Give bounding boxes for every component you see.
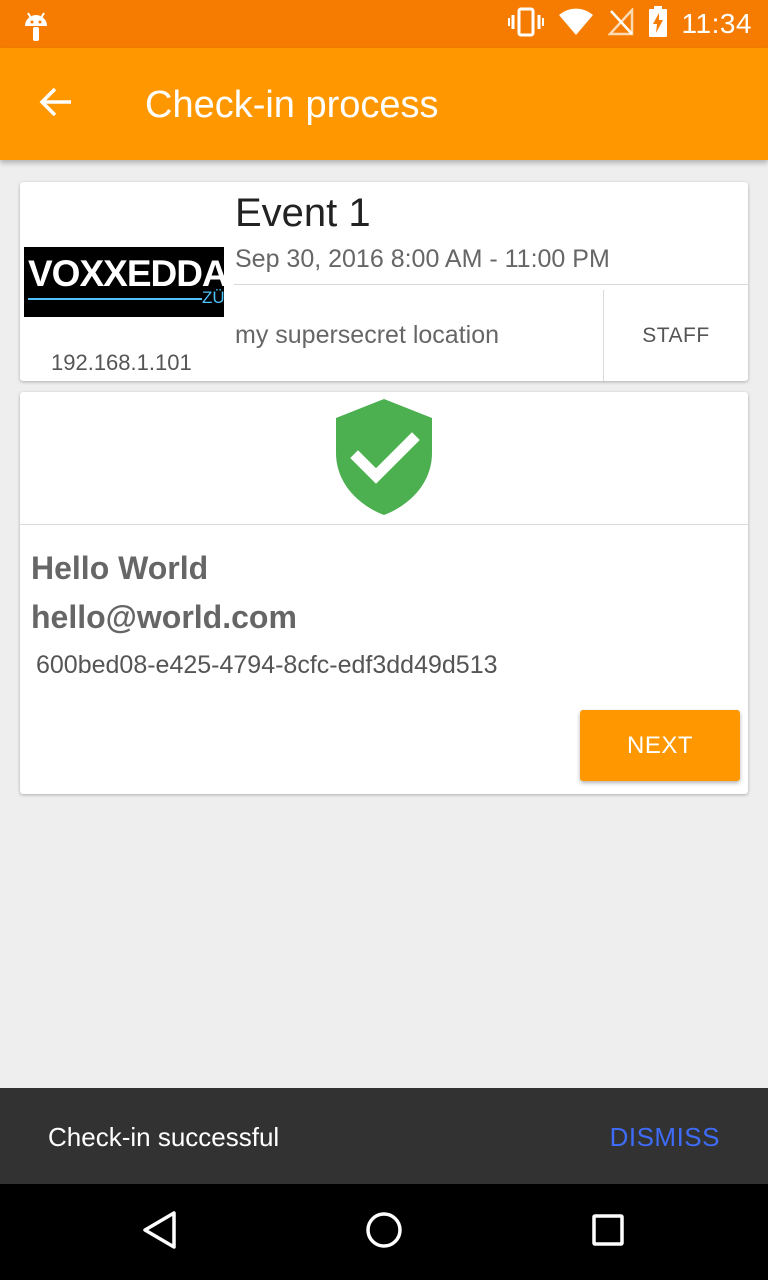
status-bar: 11:34 <box>0 0 768 48</box>
logo-underline <box>28 298 202 300</box>
attendee-id: 600bed08-e425-4794-8cfc-edf3dd49d513 <box>36 651 498 679</box>
nav-recents-button[interactable] <box>584 1208 632 1256</box>
role-badge: STAFF <box>642 323 710 347</box>
logo-subtext: ZÜ <box>202 288 224 307</box>
attendee-name: Hello World <box>31 550 209 586</box>
event-card: VOXXEDDA ZÜ 192.168.1.101 Event 1 Sep 30… <box>20 182 748 381</box>
nav-recents-icon <box>588 1210 628 1255</box>
nav-back-icon <box>140 1210 180 1255</box>
attendee-email: hello@world.com <box>31 599 297 635</box>
navigation-bar <box>0 1184 768 1280</box>
next-button[interactable]: NEXT <box>580 710 740 781</box>
battery-charging-icon <box>648 5 668 43</box>
event-logo: VOXXEDDA ZÜ <box>24 247 224 317</box>
nav-back-button[interactable] <box>136 1208 184 1256</box>
attendee-card: Hello World hello@world.com 600bed08-e42… <box>20 392 748 794</box>
logo-text: VOXXEDDA <box>28 253 224 294</box>
snackbar-message: Check-in successful <box>48 1122 280 1152</box>
snackbar: Check-in successful DISMISS <box>0 1088 768 1184</box>
vibrate-icon <box>507 7 544 42</box>
page-title: Check-in process <box>145 84 439 126</box>
app-bar: Check-in process <box>0 48 768 160</box>
server-ip: 192.168.1.101 <box>51 350 192 375</box>
no-signal-icon <box>606 6 634 41</box>
divider <box>20 524 748 525</box>
wifi-icon <box>558 8 594 41</box>
event-date: Sep 30, 2016 8:00 AM - 11:00 PM <box>235 245 610 273</box>
dismiss-button[interactable]: DISMISS <box>610 1122 720 1153</box>
clock: 11:34 <box>681 8 752 39</box>
back-button[interactable] <box>30 80 82 128</box>
event-location: my supersecret location <box>235 321 500 349</box>
divider <box>234 284 748 285</box>
android-debug-icon <box>22 10 50 47</box>
nav-home-button[interactable] <box>360 1208 408 1256</box>
arrow-back-icon <box>39 87 73 122</box>
shield-check-icon <box>334 397 434 522</box>
event-name: Event 1 <box>235 191 371 235</box>
nav-home-icon <box>364 1210 404 1255</box>
